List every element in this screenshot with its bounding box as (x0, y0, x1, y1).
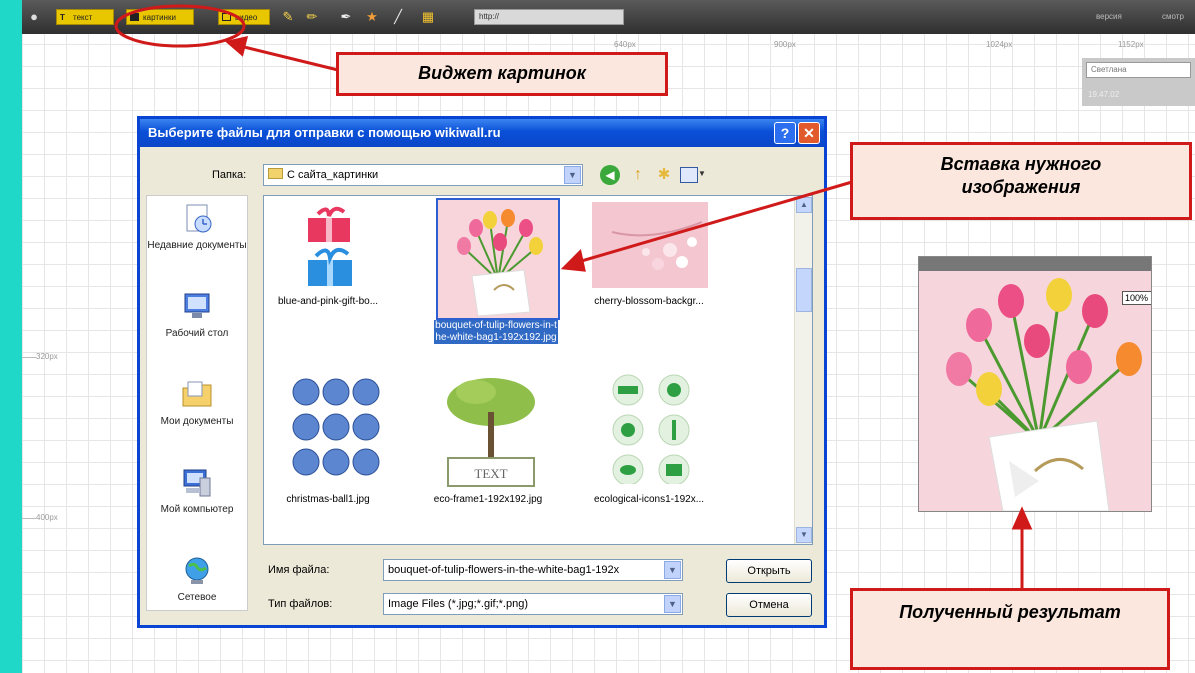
arrow-head (560, 249, 586, 272)
arrow-line (239, 44, 339, 72)
editor-canvas: ● T текст картинки видео ✎ ✏ ✒ ★ ╱ ▦ htt… (22, 0, 1195, 673)
annotation-overlay (114, 4, 1033, 588)
arrow-head (224, 36, 249, 57)
arrow-line (577, 180, 853, 264)
arrow-head (1011, 506, 1033, 530)
highlight-ellipse (114, 4, 246, 48)
